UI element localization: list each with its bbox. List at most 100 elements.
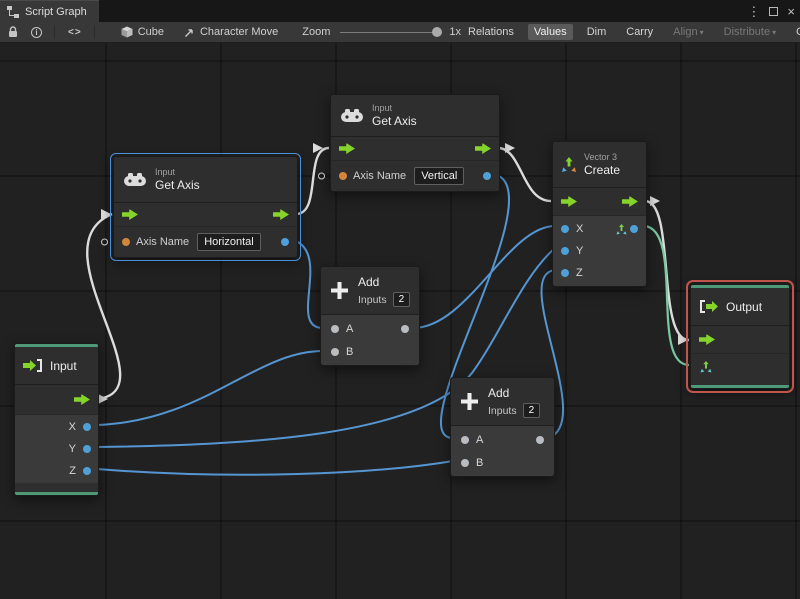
axis-name-field[interactable]: Horizontal bbox=[197, 233, 261, 251]
value-in-port-a[interactable] bbox=[331, 324, 339, 333]
inputs-count-field[interactable]: 2 bbox=[522, 403, 541, 418]
flow-port-row bbox=[15, 385, 98, 415]
port-row-a: A bbox=[321, 317, 419, 340]
node-footer bbox=[15, 483, 98, 492]
align-label: Align bbox=[673, 26, 698, 38]
distribute-label: Distribute bbox=[723, 26, 771, 38]
lock-icon[interactable] bbox=[8, 26, 18, 38]
node-add-2[interactable]: Add Inputs 2 A B bbox=[450, 377, 555, 477]
wire-getaxis-horizontal-to-add1-a[interactable] bbox=[295, 240, 324, 329]
graph-canvas[interactable]: Input Get Axis Axis Name Vertical Input … bbox=[0, 43, 800, 599]
flow-in-port[interactable] bbox=[561, 196, 577, 207]
flow-in-port[interactable] bbox=[339, 143, 355, 154]
graph-output-icon bbox=[699, 300, 719, 313]
flow-in-port[interactable] bbox=[699, 334, 715, 345]
value-in-port-a[interactable] bbox=[461, 435, 469, 444]
wire-add1-to-create-x[interactable] bbox=[412, 225, 556, 329]
float-out-port[interactable] bbox=[483, 172, 491, 180]
flow-out-port[interactable] bbox=[475, 143, 491, 154]
wire-flow-getaxis-vertical-to-create[interactable] bbox=[497, 146, 552, 203]
z-in-port[interactable] bbox=[561, 269, 569, 277]
wire-input-z-to-add2-b[interactable] bbox=[96, 460, 454, 476]
graph-input-icon bbox=[23, 359, 43, 372]
breadcrumb-cube-label: Cube bbox=[137, 26, 164, 38]
node-title: Get Axis bbox=[155, 178, 200, 192]
unconnected-port-icon[interactable] bbox=[318, 172, 325, 180]
zoom-label: Zoom bbox=[302, 26, 331, 38]
node-category: Input bbox=[155, 167, 176, 177]
x-in-port[interactable] bbox=[561, 225, 569, 233]
io-node-strip bbox=[15, 492, 98, 495]
unconnected-port-icon[interactable] bbox=[101, 238, 108, 246]
port-label-x: X bbox=[68, 421, 76, 433]
flow-out-port[interactable] bbox=[622, 196, 638, 207]
node-get-axis-vertical[interactable]: Input Get Axis Axis Name Vertical bbox=[318, 94, 500, 192]
align-dropdown[interactable]: Align ▾ bbox=[667, 24, 709, 40]
node-header: Input Get Axis bbox=[331, 95, 499, 137]
port-label-x: X bbox=[576, 223, 584, 235]
node-header: Vector 3 Create bbox=[553, 142, 646, 188]
node-get-axis-horizontal[interactable]: Input Get Axis Axis Name Horizontal bbox=[101, 153, 301, 261]
axis-name-row: Axis Name Horizontal bbox=[101, 227, 297, 257]
axis-name-field[interactable]: Vertical bbox=[414, 167, 465, 185]
vector3-out-port[interactable] bbox=[630, 225, 638, 233]
zoom-value: 1x bbox=[449, 26, 461, 38]
kebab-menu-icon[interactable]: ⋮ bbox=[747, 5, 760, 18]
string-in-port[interactable] bbox=[339, 172, 347, 180]
wire-vector3-create-to-output[interactable] bbox=[644, 224, 690, 367]
z-out-port[interactable] bbox=[83, 467, 91, 475]
float-out-port[interactable] bbox=[281, 238, 289, 246]
zoom-slider-handle[interactable] bbox=[432, 27, 443, 37]
port-label-a: A bbox=[476, 433, 484, 446]
node-add-1[interactable]: Add Inputs 2 A B bbox=[320, 266, 420, 366]
code-view-icon[interactable]: <> bbox=[68, 27, 82, 38]
sum-out-port[interactable] bbox=[401, 324, 409, 333]
port-row-y: Y bbox=[15, 438, 98, 460]
flow-out-port[interactable] bbox=[74, 394, 90, 405]
node-body: A B bbox=[321, 315, 419, 365]
wire-flow-create-to-output[interactable] bbox=[644, 199, 690, 342]
flow-out-port[interactable] bbox=[273, 209, 289, 220]
y-out-port[interactable] bbox=[83, 445, 91, 453]
close-icon[interactable]: × bbox=[787, 5, 795, 18]
node-title: Output bbox=[726, 300, 763, 314]
flow-port-row bbox=[553, 188, 646, 216]
maximize-icon[interactable] bbox=[769, 6, 779, 16]
node-graph-input[interactable]: Input X Y Z bbox=[14, 343, 99, 496]
node-title: Add bbox=[358, 275, 380, 289]
breadcrumb-character-move[interactable]: Character Move bbox=[184, 26, 278, 38]
gamepad-icon bbox=[341, 109, 363, 122]
chevron-down-icon: ▾ bbox=[772, 28, 777, 37]
distribute-dropdown[interactable]: Distribute ▾ bbox=[718, 24, 782, 40]
breadcrumb-cube[interactable]: Cube bbox=[121, 26, 164, 38]
script-machine-icon bbox=[184, 27, 195, 38]
dim-toggle[interactable]: Dim bbox=[581, 24, 613, 40]
node-vector3-create[interactable]: Vector 3 Create X Y Z bbox=[552, 141, 647, 287]
wire-input-x-to-add1-b[interactable] bbox=[96, 350, 324, 426]
inputs-count-field[interactable]: 2 bbox=[392, 292, 411, 307]
axis-gizmo-icon[interactable] bbox=[700, 361, 712, 373]
port-row-x: X bbox=[15, 416, 98, 438]
io-node-strip bbox=[691, 385, 789, 388]
wire-flow-getaxis-horizontal-to-vertical[interactable] bbox=[295, 146, 330, 216]
string-in-port[interactable] bbox=[122, 238, 130, 246]
sum-out-port[interactable] bbox=[536, 435, 544, 444]
port-row-b: B bbox=[451, 451, 554, 474]
flow-in-port[interactable] bbox=[122, 209, 138, 220]
port-label-z: Z bbox=[69, 465, 76, 477]
tab-script-graph[interactable]: Script Graph bbox=[0, 0, 99, 22]
value-in-port-b[interactable] bbox=[461, 458, 469, 467]
relations-toggle[interactable]: Relations bbox=[462, 24, 520, 40]
x-out-port[interactable] bbox=[83, 423, 91, 431]
carry-toggle[interactable]: Carry bbox=[620, 24, 659, 40]
value-in-port-b[interactable] bbox=[331, 347, 339, 356]
node-graph-output[interactable]: Output bbox=[686, 280, 794, 393]
axis-gizmo-icon bbox=[616, 223, 627, 235]
overview-button[interactable]: Overv bbox=[790, 24, 800, 40]
gamepad-icon bbox=[124, 173, 146, 186]
y-in-port[interactable] bbox=[561, 247, 569, 255]
info-icon[interactable]: i bbox=[31, 26, 42, 38]
cube-icon bbox=[121, 26, 133, 38]
values-toggle[interactable]: Values bbox=[527, 24, 573, 40]
zoom-slider[interactable] bbox=[340, 27, 443, 37]
